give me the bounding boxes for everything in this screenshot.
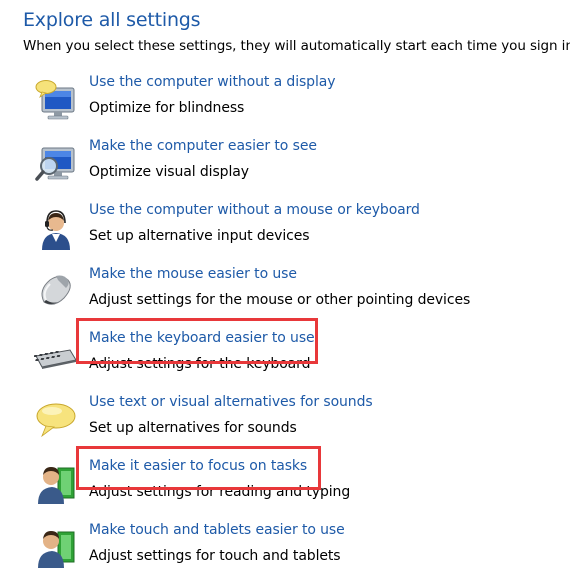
page-subtitle: When you select these settings, they wil…: [23, 38, 570, 54]
desc-mouse-pointing: Adjust settings for the mouse or other p…: [89, 292, 471, 308]
page-title: Explore all settings: [23, 9, 201, 31]
link-without-mouse-keyboard[interactable]: Use the computer without a mouse or keyb…: [89, 202, 420, 218]
setting-item-sound-alternatives: Use text or visual alternatives for soun…: [30, 394, 560, 450]
link-mouse-easier[interactable]: Make the mouse easier to use: [89, 266, 297, 282]
setting-item-without-display: Use the computer without a display Optim…: [30, 74, 560, 130]
headset-person-icon: [34, 206, 78, 250]
mouse-icon: [34, 270, 78, 314]
person-tablet-icon: [34, 526, 78, 570]
setting-item-without-mouse-keyboard: Use the computer without a mouse or keyb…: [30, 202, 560, 258]
link-keyboard-easier[interactable]: Make the keyboard easier to use: [89, 330, 315, 346]
desc-alternative-input: Set up alternative input devices: [89, 228, 310, 244]
setting-item-easier-to-see: Make the computer easier to see Optimize…: [30, 138, 560, 194]
link-touch-tablets[interactable]: Make touch and tablets easier to use: [89, 522, 345, 538]
desc-optimize-blindness: Optimize for blindness: [89, 100, 245, 116]
ease-of-access-settings-page: Explore all settings When you select the…: [0, 0, 570, 568]
desc-optimize-visual: Optimize visual display: [89, 164, 249, 180]
person-book-icon: [34, 462, 78, 506]
setting-item-mouse-easier: Make the mouse easier to use Adjust sett…: [30, 266, 560, 322]
keyboard-icon: [34, 334, 78, 378]
magnifier-monitor-icon: [34, 142, 78, 186]
desc-alternatives-sounds: Set up alternatives for sounds: [89, 420, 297, 436]
setting-item-touch-tablets: Make touch and tablets easier to use Adj…: [30, 522, 560, 578]
setting-item-focus-tasks: Make it easier to focus on tasks Adjust …: [30, 458, 560, 514]
desc-touch-tablets: Adjust settings for touch and tablets: [89, 548, 341, 564]
link-easier-to-see[interactable]: Make the computer easier to see: [89, 138, 317, 154]
speech-bubble-icon: [34, 398, 78, 442]
link-sound-alternatives[interactable]: Use text or visual alternatives for soun…: [89, 394, 373, 410]
monitor-speech-icon: [34, 78, 78, 122]
desc-keyboard-settings: Adjust settings for the keyboard: [89, 356, 311, 372]
setting-item-keyboard-easier: Make the keyboard easier to use Adjust s…: [30, 330, 560, 386]
link-focus-tasks[interactable]: Make it easier to focus on tasks: [89, 458, 307, 474]
link-use-without-display[interactable]: Use the computer without a display: [89, 74, 336, 90]
desc-reading-typing: Adjust settings for reading and typing: [89, 484, 351, 500]
